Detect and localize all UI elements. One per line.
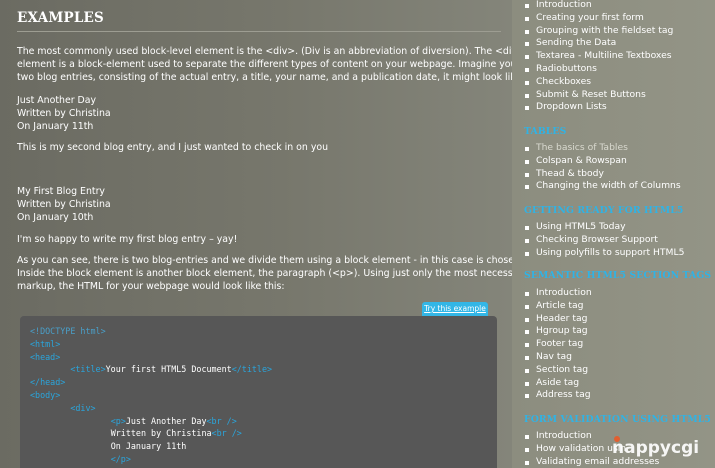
intro-line: element is a block-element used to separ… — [17, 59, 512, 70]
section-title-getting-ready: GETTING READY FOR HTML5 — [524, 205, 684, 216]
getting-ready-nav-list: Using HTML5 Today Checking Browser Suppo… — [524, 221, 684, 259]
code-doctype: <!DOCTYPE html> — [30, 326, 106, 336]
entry-author: Written by Christina — [17, 108, 111, 119]
entry-title: My First Blog Entry — [17, 186, 105, 197]
sidebar-navigation: Introduction Creating your first form Gr… — [512, 0, 715, 468]
code-tag: </p> — [110, 453, 131, 464]
code-tag: <br /> — [206, 415, 237, 426]
intro-line: The most commonly used block-level eleme… — [17, 46, 512, 57]
code-tag: <p> — [110, 415, 126, 426]
code-example-box: <!DOCTYPE html> <html> <head> <title>You… — [20, 316, 497, 468]
entry-title: Just Another Day — [17, 95, 97, 106]
logo-text: nappycgi — [612, 438, 700, 458]
sidebar-item-header-tag[interactable]: Header tag — [524, 313, 592, 326]
try-example-button[interactable]: Try this example — [422, 302, 488, 316]
sidebar-item-fieldset[interactable]: Grouping with the fieldset tag — [524, 25, 673, 38]
code-tag: </title> — [231, 364, 273, 375]
code-text: Written by Christina — [110, 428, 212, 439]
logo-dot-icon — [614, 436, 620, 442]
page-heading: EXAMPLES — [17, 10, 104, 26]
forms-nav-list: Introduction Creating your first form Gr… — [524, 0, 673, 114]
explanation-line: markup, the HTML for your webpage would … — [17, 281, 285, 292]
main-content: EXAMPLES The most commonly used block-le… — [0, 0, 512, 468]
sidebar-item-dropdown-lists[interactable]: Dropdown Lists — [524, 101, 673, 114]
sidebar-item-article-tag[interactable]: Article tag — [524, 300, 592, 313]
entry2-body: I'm so happy to write my first blog entr… — [17, 234, 238, 245]
code-text: On January 11th — [110, 441, 187, 452]
sidebar-item-textarea[interactable]: Textarea - Multiline Textboxes — [524, 50, 673, 63]
explanation-line: As you can see, there is two blog-entrie… — [17, 255, 512, 266]
entry-date: On January 11th — [17, 121, 94, 132]
code-text: Just Another Day — [125, 415, 207, 426]
heading-divider — [17, 31, 501, 32]
sidebar-item-address-tag[interactable]: Address tag — [524, 389, 592, 402]
section-title-form-validation: FORM VALIDATION USING HTML5 — [524, 414, 711, 425]
code-tag: <head> — [30, 351, 61, 362]
sidebar-item-polyfills[interactable]: Using polyfills to support HTML5 — [524, 247, 684, 260]
sidebar-item-nav-tag[interactable]: Nav tag — [524, 351, 592, 364]
sidebar-item-hgroup-tag[interactable]: Hgroup tag — [524, 325, 592, 338]
entry1-body: This is my second blog entry, and I just… — [17, 142, 329, 153]
sidebar-item-first-form[interactable]: Creating your first form — [524, 12, 673, 25]
entry2-meta: My First Blog Entry Written by Christina… — [17, 185, 495, 224]
code-tag: <div> — [70, 402, 96, 413]
sidebar-item-footer-tag[interactable]: Footer tag — [524, 338, 592, 351]
sidebar-item-browser-support[interactable]: Checking Browser Support — [524, 234, 684, 247]
explanation-paragraph: As you can see, there is two blog-entrie… — [17, 254, 512, 293]
sidebar-item-basics-tables[interactable]: The basics of Tables — [524, 142, 681, 155]
entry-author: Written by Christina — [17, 199, 111, 210]
sidebar-item-submit-reset[interactable]: Submit & Reset Buttons — [524, 89, 673, 102]
semantic-nav-list: Introduction Article tag Header tag Hgro… — [524, 287, 592, 402]
code-tag: <title> — [70, 364, 106, 375]
code-tag: <br /> — [211, 428, 242, 439]
intro-paragraph: The most commonly used block-level eleme… — [17, 45, 512, 84]
sidebar-item-html5-today[interactable]: Using HTML5 Today — [524, 221, 684, 234]
code-tag: </head> — [30, 377, 66, 388]
sidebar-item-thead-tbody[interactable]: Thead & tbody — [524, 168, 681, 181]
sidebar-item-introduction[interactable]: Introduction — [524, 0, 673, 12]
sidebar-item-colspan-rowspan[interactable]: Colspan & Rowspan — [524, 155, 681, 168]
sidebar-item-semantic-intro[interactable]: Introduction — [524, 287, 592, 300]
sidebar-item-radiobuttons[interactable]: Radiobuttons — [524, 63, 673, 76]
sidebar-item-column-width[interactable]: Changing the width of Columns — [524, 180, 681, 193]
section-title-semantic: SEMANTIC HTML5 SECTION TAGS — [524, 270, 712, 281]
sidebar-item-section-tag[interactable]: Section tag — [524, 364, 592, 377]
entry1-meta: Just Another Day Written by Christina On… — [17, 94, 495, 133]
explanation-line: Inside the block element is another bloc… — [17, 268, 512, 279]
code-text: Your first HTML5 Document — [105, 364, 232, 375]
sidebar-item-checkboxes[interactable]: Checkboxes — [524, 76, 673, 89]
section-title-tables: TABLES — [524, 126, 567, 137]
code-tag: <html> — [30, 338, 61, 349]
sidebar-item-aside-tag[interactable]: Aside tag — [524, 377, 592, 390]
sidebar-item-sending-data[interactable]: Sending the Data — [524, 37, 673, 50]
intro-line: two blog entries, consisting of the actu… — [17, 72, 512, 83]
code-listing: <!DOCTYPE html> <html> <head> <title>You… — [30, 325, 272, 466]
entry-date: On January 10th — [17, 212, 94, 223]
tables-nav-list: The basics of Tables Colspan & Rowspan T… — [524, 142, 681, 193]
code-tag: <body> — [30, 389, 61, 400]
nappycgi-logo: nappycgi — [612, 436, 700, 458]
